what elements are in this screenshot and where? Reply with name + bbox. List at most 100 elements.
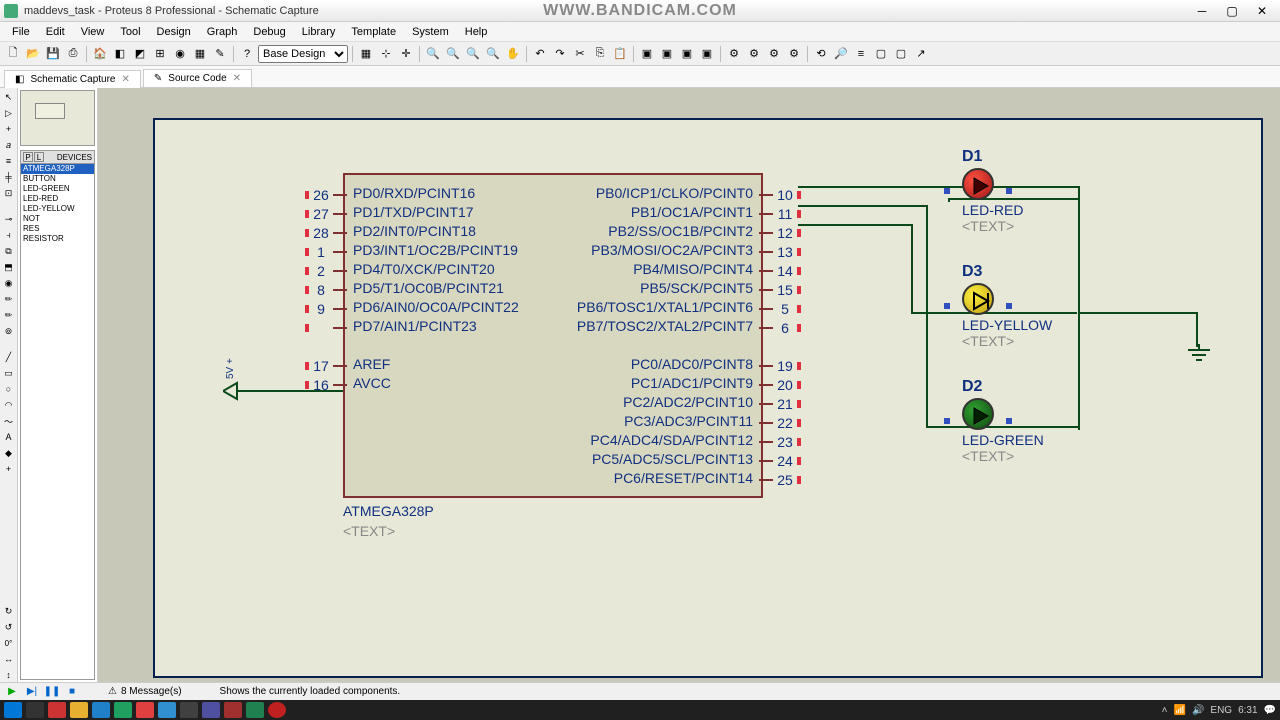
acrobat-icon[interactable] <box>48 702 66 718</box>
new-sheet-icon[interactable]: ▢ <box>872 45 890 63</box>
minimize-button[interactable]: ─ <box>1188 2 1216 20</box>
close-tab-icon[interactable]: ✕ <box>233 73 241 84</box>
list-item[interactable]: RES <box>21 224 94 234</box>
pcb-icon[interactable]: ◩ <box>131 45 149 63</box>
zoom-in-icon[interactable]: 🔍 <box>424 45 442 63</box>
device-list[interactable]: ATMEGA328P BUTTON LED-GREEN LED-RED LED-… <box>20 164 95 680</box>
wire[interactable] <box>798 224 913 226</box>
circle-icon[interactable]: ○ <box>2 382 16 396</box>
origin-icon[interactable]: ✛ <box>397 45 415 63</box>
wifi-icon[interactable]: 📶 <box>1174 705 1186 716</box>
property-icon[interactable]: ≡ <box>852 45 870 63</box>
close-tab-icon[interactable]: ✕ <box>122 74 130 85</box>
menu-edit[interactable]: Edit <box>38 24 73 40</box>
menu-library[interactable]: Library <box>294 24 344 40</box>
wire[interactable] <box>948 198 950 202</box>
menu-template[interactable]: Template <box>343 24 404 40</box>
new-icon[interactable]: 🗋 <box>4 45 22 63</box>
menu-design[interactable]: Design <box>149 24 199 40</box>
p-button[interactable]: P <box>23 152 33 162</box>
chip-pin[interactable]: 5 <box>759 299 801 318</box>
chip-pin[interactable]: 28 <box>305 223 347 242</box>
led-d1[interactable]: D1 LED-RED <TEXT> <box>962 148 1023 234</box>
mirror-h-icon[interactable]: ↔ <box>2 652 16 666</box>
play-button[interactable]: ▶ <box>4 685 20 699</box>
marker-icon[interactable]: + <box>2 462 16 476</box>
label-icon[interactable]: 𝑎 <box>2 138 16 152</box>
menu-tool[interactable]: Tool <box>112 24 148 40</box>
source-icon[interactable]: ✎ <box>211 45 229 63</box>
chip-pin[interactable]: 6 <box>759 318 801 337</box>
box-icon[interactable]: ▭ <box>2 366 16 380</box>
block-copy-icon[interactable]: ▣ <box>638 45 656 63</box>
help-icon[interactable]: ? <box>238 45 256 63</box>
textdraw-icon[interactable]: A <box>2 430 16 444</box>
save-icon[interactable]: 💾 <box>44 45 62 63</box>
pan-icon[interactable]: ✋ <box>504 45 522 63</box>
tray-up-icon[interactable]: ˄ <box>1162 705 1168 716</box>
line-icon[interactable]: ╱ <box>2 350 16 364</box>
chip-pin[interactable]: 23 <box>759 432 801 451</box>
junction-icon[interactable]: + <box>2 122 16 136</box>
menu-graph[interactable]: Graph <box>199 24 246 40</box>
path-icon[interactable]: ～ <box>2 414 16 428</box>
app-icon[interactable] <box>202 702 220 718</box>
chip-pin[interactable]: 24 <box>759 451 801 470</box>
menu-view[interactable]: View <box>73 24 113 40</box>
chip-pin[interactable] <box>305 318 347 337</box>
l-button[interactable]: L <box>34 152 44 162</box>
mirror-v-icon[interactable]: ↕ <box>2 668 16 682</box>
list-item[interactable]: BUTTON <box>21 174 94 184</box>
wire[interactable] <box>1078 312 1198 314</box>
led-d2[interactable]: D2 LED-GREEN <TEXT> <box>962 378 1044 464</box>
ground-terminal[interactable] <box>1184 344 1214 371</box>
chip-pin[interactable]: 22 <box>759 413 801 432</box>
rotate-cw-icon[interactable]: ↻ <box>2 604 16 618</box>
wire[interactable] <box>1078 426 1080 430</box>
app-icon[interactable] <box>92 702 110 718</box>
zoom-area-icon[interactable]: 🔍 <box>484 45 502 63</box>
subcircuit-icon[interactable]: ⊡ <box>2 186 16 200</box>
exit-icon[interactable]: ↗ <box>912 45 930 63</box>
clock[interactable]: 6:31 <box>1238 705 1257 716</box>
message-count[interactable]: 8 Message(s) <box>121 686 182 697</box>
print-icon[interactable]: ⎙ <box>64 45 82 63</box>
currprobe-icon[interactable]: ✏ <box>2 308 16 322</box>
gerber-icon[interactable]: ⊞ <box>151 45 169 63</box>
chip-pin[interactable]: 21 <box>759 394 801 413</box>
list-item[interactable]: LED-RED <box>21 194 94 204</box>
chip-pin[interactable]: 15 <box>759 280 801 299</box>
chip-pin[interactable]: 8 <box>305 280 347 299</box>
maximize-button[interactable]: ▢ <box>1218 2 1246 20</box>
chip-pin[interactable]: 2 <box>305 261 347 280</box>
grid-icon[interactable]: ▦ <box>357 45 375 63</box>
menu-help[interactable]: Help <box>457 24 496 40</box>
preview-pane[interactable] <box>20 90 95 146</box>
chip-pin[interactable]: 11 <box>759 204 801 223</box>
notifications-icon[interactable]: 💬 <box>1264 705 1276 716</box>
warning-icon[interactable]: ⚠ <box>108 686 117 697</box>
power-terminal[interactable]: 5V + <box>223 381 283 404</box>
menu-file[interactable]: File <box>4 24 38 40</box>
snap-icon[interactable]: ⊹ <box>377 45 395 63</box>
tape-icon[interactable]: ⬒ <box>2 260 16 274</box>
explorer-icon[interactable] <box>70 702 88 718</box>
open-icon[interactable]: 📂 <box>24 45 42 63</box>
list-item[interactable]: LED-GREEN <box>21 184 94 194</box>
wire[interactable] <box>798 205 928 207</box>
chip-pin[interactable]: 13 <box>759 242 801 261</box>
symbol-icon[interactable]: ◆ <box>2 446 16 460</box>
home-icon[interactable]: 🏠 <box>91 45 109 63</box>
autoroute-icon[interactable]: ⟲ <box>812 45 830 63</box>
record-icon[interactable] <box>268 702 286 718</box>
voltprobe-icon[interactable]: ✏ <box>2 292 16 306</box>
pause-button[interactable]: ❚❚ <box>44 685 60 699</box>
search-icon[interactable]: 🔎 <box>832 45 850 63</box>
text-icon[interactable]: ≡ <box>2 154 16 168</box>
chip-pin[interactable]: 9 <box>305 299 347 318</box>
app-icon[interactable] <box>114 702 132 718</box>
chip-pin[interactable]: 25 <box>759 470 801 489</box>
wire[interactable] <box>1196 312 1198 347</box>
redo-icon[interactable]: ↷ <box>551 45 569 63</box>
list-item[interactable]: NOT <box>21 214 94 224</box>
